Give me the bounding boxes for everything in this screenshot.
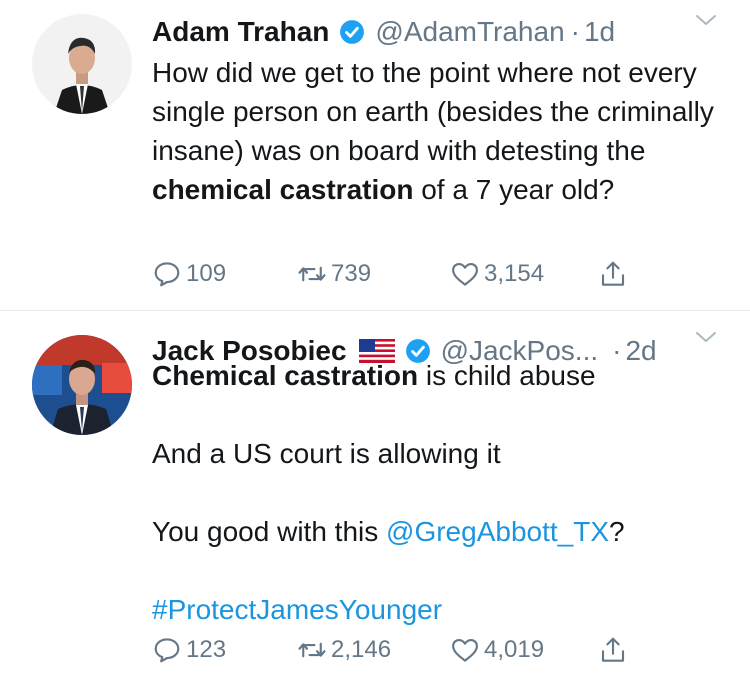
share-button[interactable] [598,635,628,665]
heart-icon [452,262,478,286]
chevron-down-icon[interactable] [694,325,718,349]
tweet-1[interactable]: Adam Trahan @AdamTrahan · 1d How did we … [0,0,750,311]
chevron-down-icon[interactable] [694,8,718,32]
tweet-text-part: How did we get to the point where not ev… [152,57,714,166]
retweet-icon [298,642,326,658]
reply-button[interactable]: 109 [152,259,226,289]
retweet-count: 739 [331,260,372,287]
tweet-2[interactable]: Jack Posobiec @JackPos... · 2d Chemical … [0,311,750,687]
retweet-icon [298,266,326,282]
reply-count: 123 [186,636,227,663]
avatar[interactable] [32,14,132,114]
share-icon [601,261,625,286]
tweet-text-part: You good with this [152,516,387,547]
like-button[interactable]: 3,154 [450,259,544,289]
verified-badge-icon [340,20,365,44]
author-handle[interactable]: @AdamTrahan [375,16,564,48]
tweet-text-part: of a 7 year old? [413,174,615,205]
retweet-button[interactable]: 2,146 [297,635,391,665]
mention-link[interactable]: @GregAbbott_TX [386,516,609,547]
tweet-text: Chemical castration is child abuse And a… [152,356,720,629]
author-name[interactable]: Adam Trahan [152,16,329,48]
tweet-header: Adam Trahan @AdamTrahan · 1d [152,14,730,50]
tweet-text-bold: chemical castration [152,174,414,205]
hashtag-link[interactable]: #ProtectJamesYounger [152,594,442,625]
like-count: 3,154 [484,260,545,287]
heart-icon [452,638,478,662]
timestamp[interactable]: 1d [584,16,615,48]
separator-dot: · [570,16,580,47]
avatar[interactable] [32,335,132,435]
avatar-photo-icon [32,335,132,435]
like-button[interactable]: 4,019 [450,635,544,665]
like-count: 4,019 [484,636,545,663]
reply-icon [154,638,180,663]
tweet-text-bold: Chemical castration [152,360,419,391]
share-icon [601,637,625,662]
share-button[interactable] [598,259,628,289]
tweet-text-line: And a US court is allowing it [152,438,501,469]
retweet-count: 2,146 [331,636,392,663]
retweet-button[interactable]: 739 [297,259,371,289]
reply-count: 109 [186,260,227,287]
tweet-text-part: is child abuse [418,360,596,391]
tweet-text: How did we get to the point where not ev… [152,53,720,209]
reply-button[interactable]: 123 [152,635,226,665]
tweet-text-part: ? [609,516,625,547]
avatar-photo-icon [32,14,132,114]
reply-icon [154,262,180,287]
